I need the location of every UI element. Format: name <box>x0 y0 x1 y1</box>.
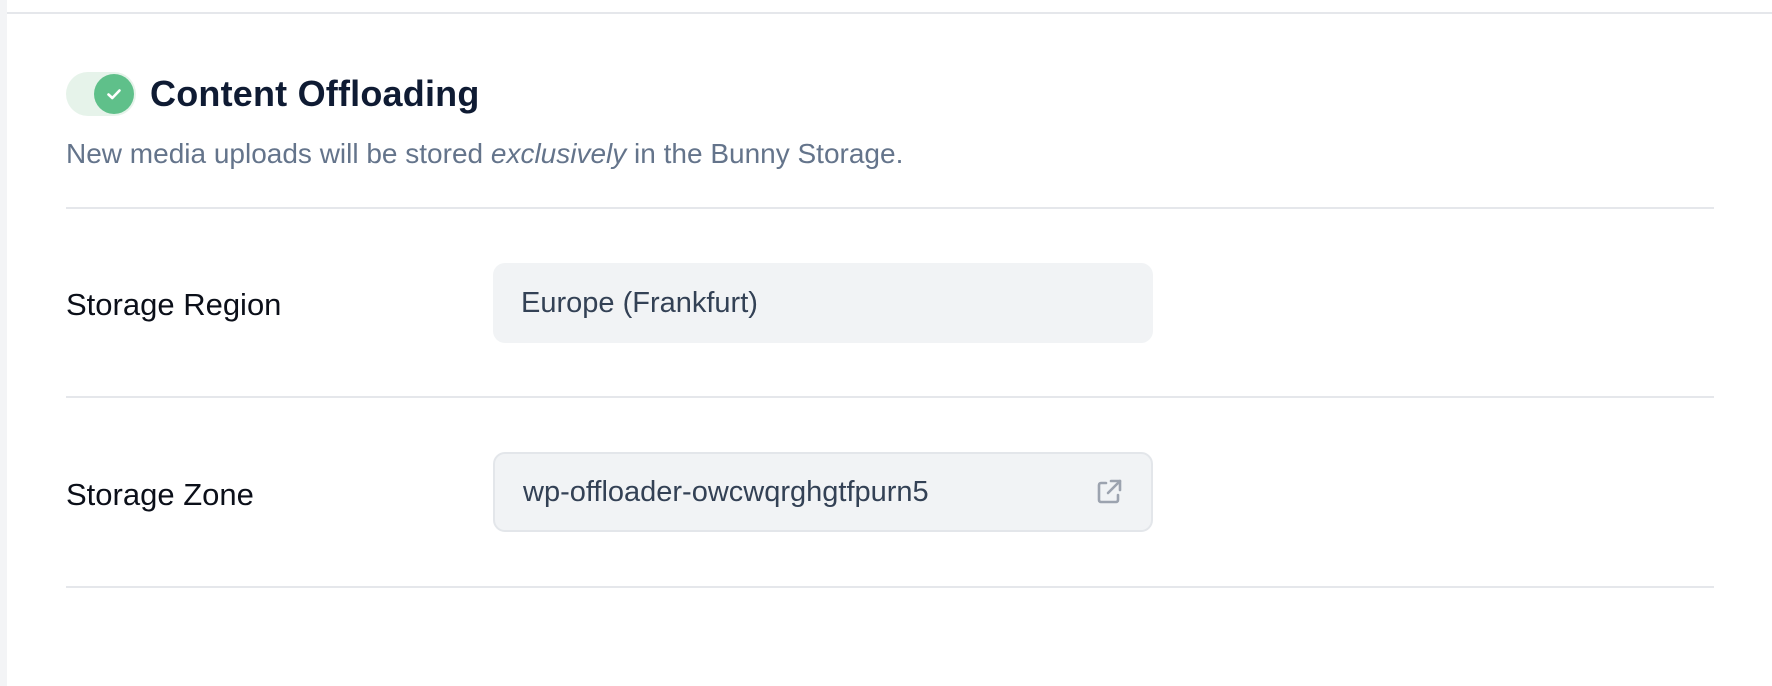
section-title: Content Offloading <box>150 73 480 114</box>
settings-panel: Content Offloading New media uploads wil… <box>7 0 1772 686</box>
storage-zone-label: Storage Zone <box>66 477 254 512</box>
description-emphasis: exclusively <box>490 138 627 169</box>
toggle-knob <box>94 74 134 114</box>
offloading-toggle[interactable] <box>66 72 136 116</box>
storage-zone-field: wp-offloader-owcwqrghgtfpurn5 <box>493 452 1153 532</box>
description-prefix: New media uploads will be stored <box>66 138 491 169</box>
check-icon <box>107 89 121 100</box>
top-divider <box>7 12 1772 14</box>
storage-region-label: Storage Region <box>66 287 282 322</box>
storage-region-value: Europe (Frankfurt) <box>521 286 758 319</box>
storage-region-field: Europe (Frankfurt) <box>493 263 1153 343</box>
external-link-icon[interactable] <box>1093 476 1125 508</box>
divider <box>66 396 1714 398</box>
offloading-header: Content Offloading <box>66 70 480 118</box>
description-suffix: in the Bunny Storage. <box>626 138 904 169</box>
section-description: New media uploads will be stored exclusi… <box>66 138 903 170</box>
divider <box>66 586 1714 588</box>
storage-zone-value: wp-offloader-owcwqrghgtfpurn5 <box>523 475 929 508</box>
divider <box>66 207 1714 209</box>
